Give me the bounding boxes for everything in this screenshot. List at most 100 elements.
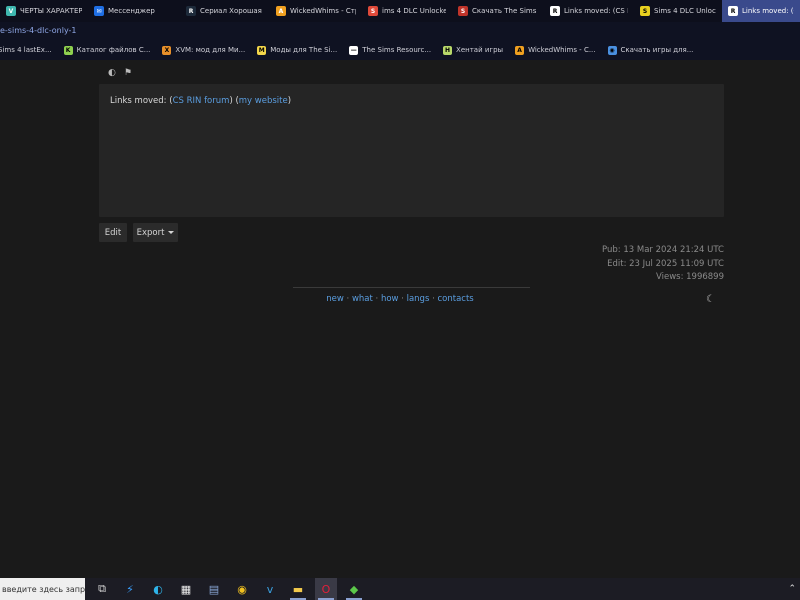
dark-mode-moon-icon[interactable]: ☾ — [706, 294, 715, 305]
footer-nav: new · what · how · langs · contacts — [0, 294, 800, 304]
bookmark-label: XVM: мод для Ми... — [175, 46, 246, 54]
paste-text-suffix: ) — [287, 96, 292, 106]
vee-favicon-icon: V — [6, 6, 16, 16]
edge-icon[interactable]: ◐ — [147, 578, 169, 600]
page-content: ◐ ⚑ Links moved: (CS RIN forum) (my webs… — [0, 60, 800, 578]
bookmark-label: WickedWhims - C... — [528, 46, 596, 54]
browser-tab-label: Links moved: (CS... — [742, 7, 794, 15]
export-dropdown-button[interactable]: Export — [133, 223, 178, 242]
browser-tab-label: ЧЕРТЫ ХАРАКТЕРА — [20, 7, 82, 15]
thunder-icon[interactable]: ⚡ — [119, 578, 141, 600]
cs-rin-forum-link[interactable]: CS RIN forum — [173, 96, 230, 106]
footer-link-how[interactable]: how — [381, 294, 399, 304]
browser-tab-label: Мессенджер — [108, 7, 155, 15]
view-count: Views: 1996899 — [655, 272, 724, 282]
wickedwhims-bookmark-icon: A — [515, 45, 525, 55]
yandex-browser-icon[interactable]: v — [259, 578, 281, 600]
red-circle-favicon-icon: S — [368, 6, 378, 16]
browser-tab[interactable]: A WickedWhims - Стр... — [270, 0, 362, 22]
edited-date: Edit: 23 Jul 2025 11:09 UTC — [607, 258, 724, 269]
browser-tab[interactable]: S Sims 4 DLC Unlocker — [634, 0, 722, 22]
messenger-favicon-icon: ✉ — [94, 6, 104, 16]
paste-text-middle: ) ( — [229, 96, 239, 106]
footer-divider — [293, 287, 530, 288]
browser-tab-label: Скачать The Sims 4... — [472, 7, 538, 15]
taskbar-search-text: введите здесь запрос — [2, 584, 85, 594]
r-favicon-icon: R — [728, 6, 738, 16]
theme-toggle-icon[interactable]: ◐ — [108, 68, 116, 78]
paste-metadata: Pub: 13 Mar 2024 21:24 UTC Edit: 23 Jul … — [602, 244, 724, 285]
caret-down-icon — [168, 231, 175, 234]
footer-separator: · — [372, 294, 381, 304]
download-bookmark-icon: ◉ — [607, 45, 617, 55]
footer-link-contacts[interactable]: contacts — [438, 294, 474, 304]
r-favicon-icon: R — [550, 6, 560, 16]
opera-icon[interactable]: O — [315, 578, 337, 600]
games-bookmark-icon: H — [443, 45, 453, 55]
windows-taskbar: введите здесь запрос ⧉ ⚡ ◐ ▦ ▤ ◉ v ▬ O ◆ ⌃ — [0, 578, 800, 600]
bookmark-item[interactable]: — The Sims Resourc... — [349, 45, 432, 55]
chrome-icon[interactable]: ◉ — [231, 578, 253, 600]
bookmark-label: Каталог файлов С... — [76, 46, 151, 54]
export-button-label: Export — [136, 227, 165, 238]
browser-tab[interactable]: Sims 4 DLC Unlocker — [362, 0, 452, 22]
browser-tab-label: WickedWhims - Стр... — [290, 7, 356, 15]
browser-tab[interactable]: V ЧЕРТЫ ХАРАКТЕРА — [0, 0, 88, 22]
browser-tab-label: ims 4 DLC Unlocker — [382, 7, 446, 15]
task-view-icon[interactable]: ⧉ — [91, 578, 113, 600]
bookmark-label: The Sims Resourc... — [362, 46, 432, 54]
system-tray: ⌃ — [788, 578, 796, 600]
address-bar[interactable]: e-sims-4-dlc-only-1 — [0, 22, 800, 40]
bookmark-item[interactable]: A WickedWhims - C... — [515, 45, 596, 55]
browser-tab[interactable]: R Links moved: (CS... — [722, 0, 800, 22]
edit-button-label: Edit — [104, 227, 122, 238]
footer-separator: · — [398, 294, 407, 304]
browser-tab[interactable]: ✉ Мессенджер — [88, 0, 180, 22]
bookmark-item[interactable]: X XVM: мод для Ми... — [162, 45, 246, 55]
paste-toolbar: ◐ ⚑ — [108, 68, 132, 78]
footer-separator: · — [343, 294, 352, 304]
paste-text-prefix: Links moved: ( — [110, 96, 173, 106]
paste-text: Links moved: (CS RIN forum) (my website) — [110, 96, 291, 106]
published-date: Pub: 13 Mar 2024 21:24 UTC — [602, 245, 724, 255]
tray-expand-icon[interactable]: ⌃ — [788, 584, 796, 594]
store-icon[interactable]: ▦ — [175, 578, 197, 600]
browser-tab-label: Links moved: (CS RIN... — [564, 7, 628, 15]
browser-tab[interactable]: S Скачать The Sims 4... — [452, 0, 544, 22]
browser-tab[interactable]: R Links moved: (CS RIN... — [544, 0, 634, 22]
bookmark-item[interactable]: ◉ Скачать игры для... — [607, 45, 694, 55]
mods-bookmark-icon: M — [257, 45, 267, 55]
footer-link-new[interactable]: new — [326, 294, 344, 304]
flag-icon[interactable]: ⚑ — [124, 68, 132, 78]
my-website-link[interactable]: my website — [239, 96, 288, 106]
bookmark-label: Sims 4 lastEx... — [0, 46, 52, 54]
browser-tab-label: Sims 4 DLC Unlocker — [654, 7, 716, 15]
bookmark-label: Скачать игры для... — [620, 46, 694, 54]
bookmark-item[interactable]: Sims 4 lastEx... — [0, 46, 52, 54]
tsr-bookmark-icon: — — [349, 45, 359, 55]
bookmark-label: Хентай игры — [456, 46, 504, 54]
edit-button[interactable]: Edit — [99, 223, 127, 242]
bookmark-item[interactable]: H Хентай игры — [443, 45, 504, 55]
wickedwhims-favicon-icon: A — [276, 6, 286, 16]
sm-favicon-icon: S — [458, 6, 468, 16]
sims-favicon-icon: S — [640, 6, 650, 16]
sims-icon[interactable]: ◆ — [343, 578, 365, 600]
bookmark-item[interactable]: M Моды для The Si... — [257, 45, 338, 55]
bookmark-item[interactable]: K Каталог файлов С... — [63, 45, 151, 55]
browser-tab-label: Сериал Хорошая ж... — [200, 7, 264, 15]
bookmarks-bar: Sims 4 lastEx... K Каталог файлов С... X XVM… — [0, 40, 800, 60]
file-explorer-icon[interactable]: ▬ — [287, 578, 309, 600]
url-text[interactable]: e-sims-4-dlc-only-1 — [0, 26, 77, 35]
bookmark-label: Моды для The Si... — [270, 46, 338, 54]
paste-content-box: Links moved: (CS RIN forum) (my website) — [99, 84, 724, 217]
catalog-bookmark-icon: K — [63, 45, 73, 55]
r-favicon-icon: R — [186, 6, 196, 16]
footer-link-what[interactable]: what — [352, 294, 373, 304]
calculator-icon[interactable]: ▤ — [203, 578, 225, 600]
browser-tab[interactable]: R Сериал Хорошая ж... — [180, 0, 270, 22]
taskbar-search-box[interactable]: введите здесь запрос — [0, 578, 85, 600]
xvm-bookmark-icon: X — [162, 45, 172, 55]
browser-tab-strip: V ЧЕРТЫ ХАРАКТЕРА ✉ Мессенджер R Сериал Хорош… — [0, 0, 800, 22]
footer-link-langs[interactable]: langs — [407, 294, 430, 304]
